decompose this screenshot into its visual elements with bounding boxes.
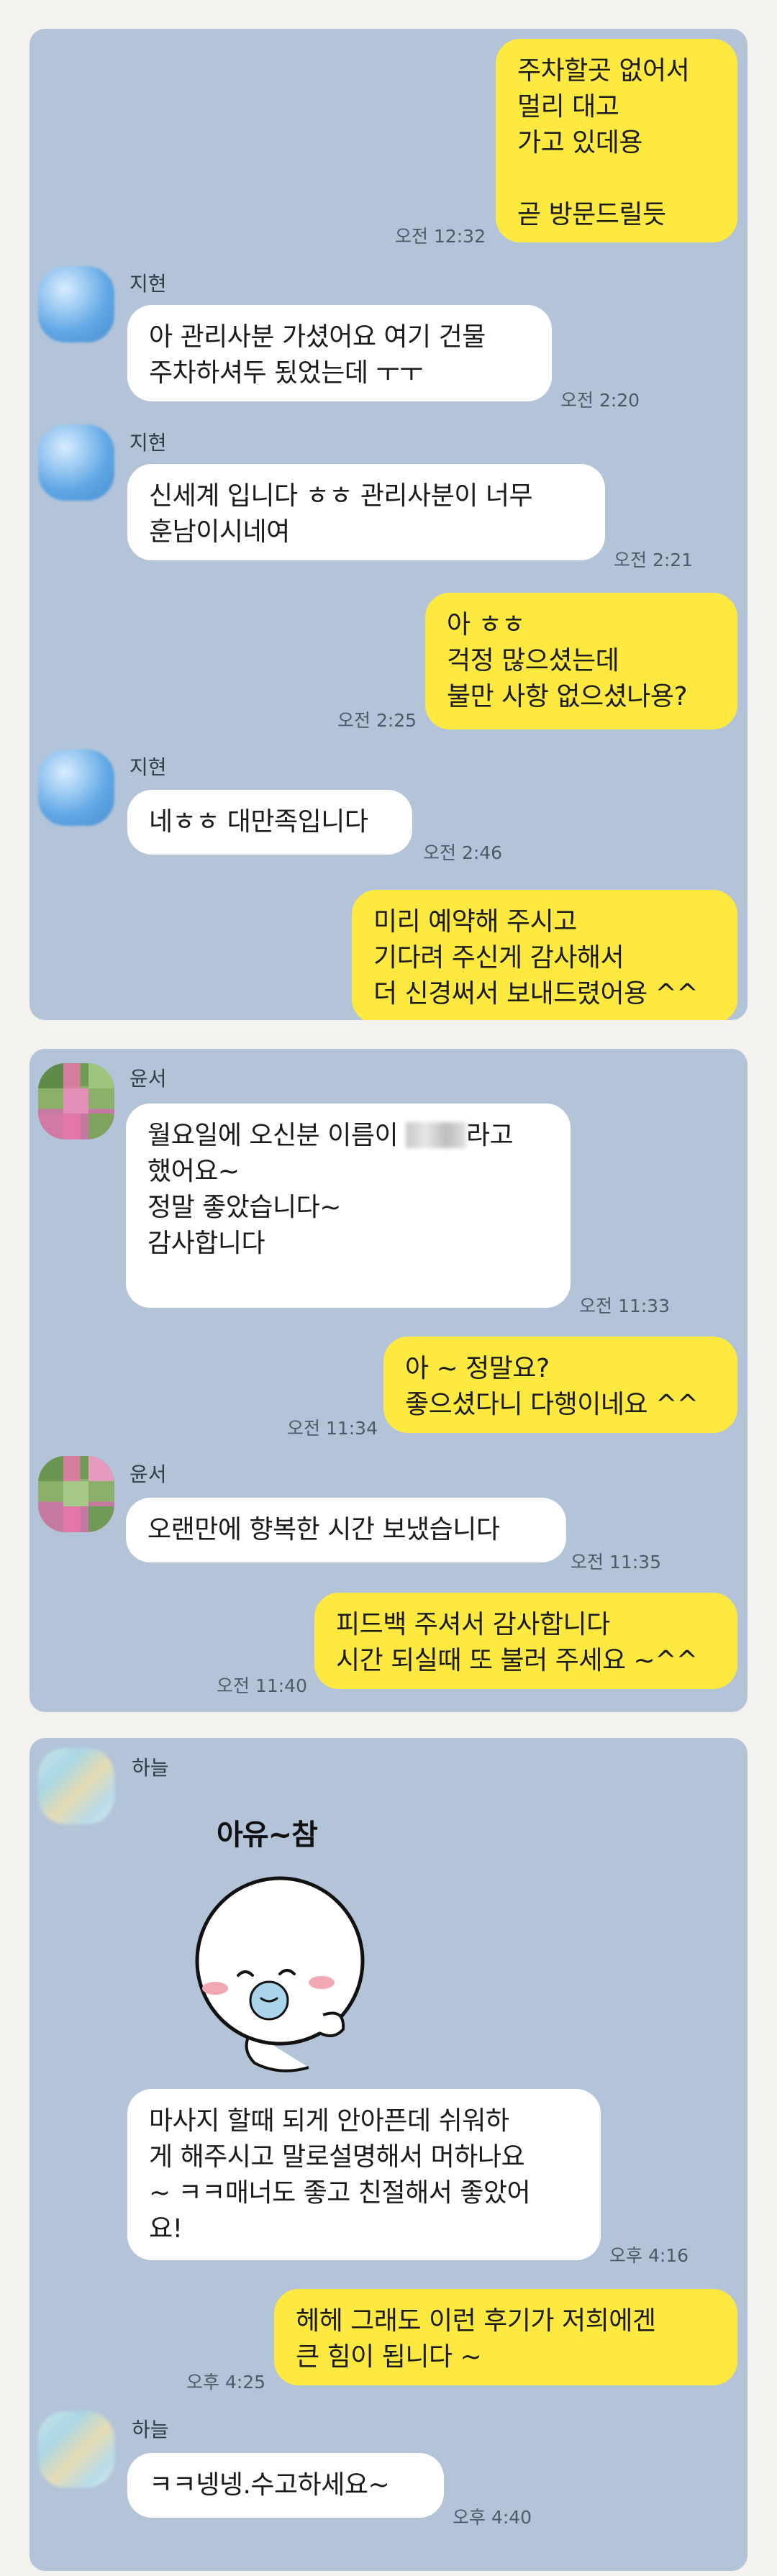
message-text: 라고 [466,1121,514,1150]
outgoing-message[interactable]: 헤헤 그래도 이런 후기가 저희에겐 큰 힘이 됩니다 ~ [274,2289,737,2385]
sender-name: 하늘 [132,1756,169,1780]
sticker-caption: 아유~참 [217,1819,318,1852]
redacted-name [406,1122,467,1148]
sender-name: 지현 [130,272,167,296]
message-time: 오전 11:34 [287,1418,378,1439]
message-time: 오전 2:25 [337,710,417,731]
incoming-message[interactable]: 월요일에 오신분 이름이 라고 했어요~ 정말 좋았습니다~ 감사합니다 [126,1103,571,1308]
message-text: 했어요~ 정말 좋았습니다~ 감사합니다 [147,1157,341,1258]
incoming-message[interactable]: 신세계 입니다 ㅎㅎ 관리사분이 너무 훈남이시네여 [127,464,605,560]
message-time: 오전 11:40 [217,1675,307,1696]
sender-name: 지현 [130,431,167,455]
chat-screenshot-2: 윤서 월요일에 오신분 이름이 라고 했어요~ 정말 좋았습니다~ 감사합니다 … [29,1049,748,1712]
message-time: 오후 4:16 [609,2245,689,2266]
sender-avatar[interactable] [38,1063,114,1139]
message-time: 오후 4:25 [186,2372,266,2393]
sender-name: 하늘 [132,2418,169,2441]
sender-avatar[interactable] [38,2411,114,2488]
outgoing-message[interactable]: 아 ㅎㅎ 걱정 많으셨는데 불만 사항 없으셨나용? [425,593,737,729]
incoming-message[interactable]: 아 관리사분 가셨어요 여기 건물 주차하셔두 됬었는데 ㅜㅜ [127,305,552,401]
sender-name: 윤서 [130,1067,167,1091]
sender-avatar[interactable] [38,424,114,501]
outgoing-message[interactable]: 주차할곳 없어서 멀리 대고 가고 있데용 곧 방문드릴듯 [496,39,737,242]
incoming-message[interactable]: 오랜만에 향복한 시간 보냈습니다 [126,1498,566,1562]
sender-name: 지현 [130,755,167,779]
incoming-message[interactable]: 네ㅎㅎ 대만족입니다 [127,790,412,855]
outgoing-message[interactable]: 피드백 주셔서 감사합니다 시간 되실때 또 불러 주세요 ~^^ [314,1593,737,1689]
sender-avatar[interactable] [38,266,114,342]
message-time: 오전 2:20 [560,390,640,411]
message-time: 오전 11:35 [571,1552,661,1573]
outgoing-message[interactable]: 아 ~ 정말요? 좋으셨다니 다행이네요 ^^ [383,1337,737,1433]
message-time: 오전 11:33 [579,1296,670,1316]
sender-avatar[interactable] [38,1456,114,1532]
message-time: 오후 4:40 [453,2507,532,2528]
message-text: 월요일에 오신분 이름이 [147,1121,406,1150]
message-time: 오전 2:46 [423,842,503,863]
sender-avatar[interactable] [38,1748,114,1824]
message-time: 오전 12:32 [395,226,486,247]
chat-screenshot-1: 주차할곳 없어서 멀리 대고 가고 있데용 곧 방문드릴듯 오전 12:32 지… [29,29,748,1020]
message-time: 오전 2:21 [614,550,694,570]
chat-screenshot-3: 하늘 아유~참 마사지 할때 되게 안아픈데 쉬워하 게 해주시고 말로설명해서… [29,1738,748,2571]
sticker-shy-character-icon[interactable] [172,1860,388,2076]
outgoing-message[interactable]: 미리 예약해 주시고 기다려 주신게 감사해서 더 신경써서 보내드렸어용 ^^ [352,890,737,1020]
sender-name: 윤서 [130,1462,167,1486]
incoming-message[interactable]: 마사지 할때 되게 안아픈데 쉬워하 게 해주시고 말로설명해서 머하나요 ~ … [127,2089,601,2260]
incoming-message[interactable]: ㅋㅋ넹넹.수고하세요~ [127,2453,444,2518]
sender-avatar[interactable] [38,750,114,826]
